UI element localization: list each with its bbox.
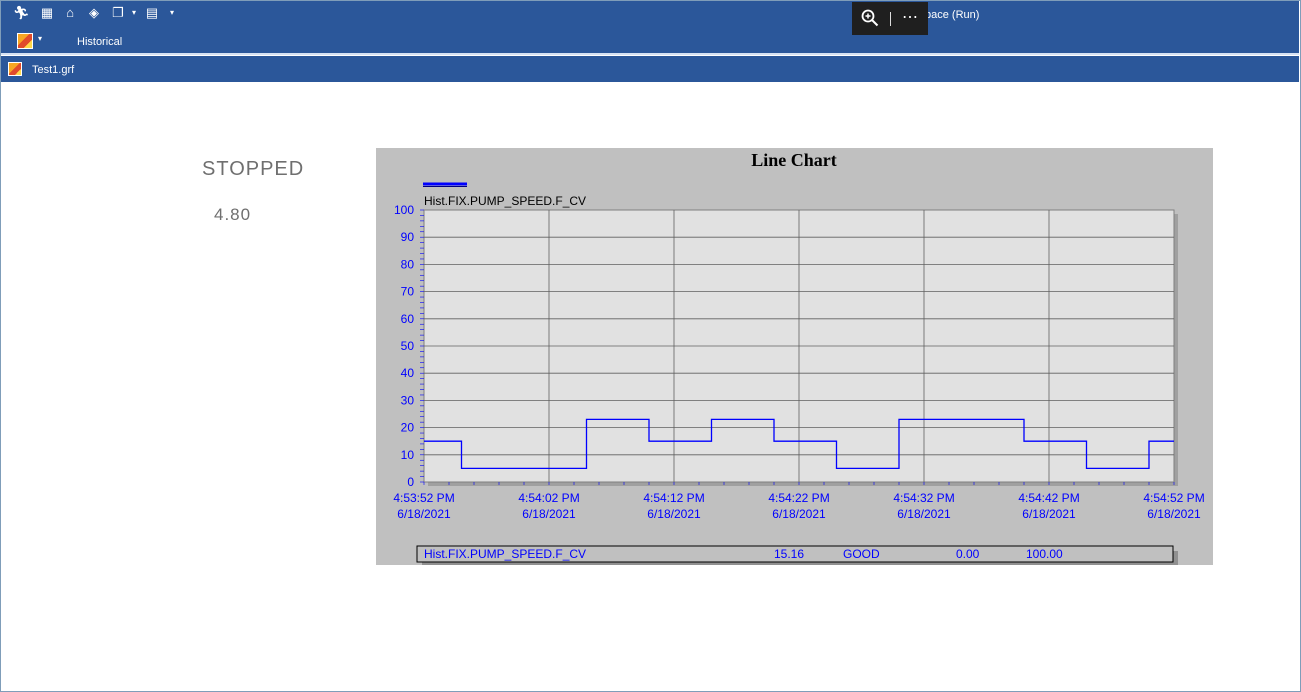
y-tick-label: 60 — [401, 312, 415, 326]
legend-value: 15.16 — [774, 547, 804, 561]
picture-file-icon — [8, 62, 22, 76]
pump-value-text: 4.80 — [214, 205, 252, 224]
customize-icon[interactable]: ▾ — [170, 5, 176, 21]
y-tick-label: 100 — [394, 203, 414, 217]
legend-high: 100.00 — [1026, 547, 1063, 561]
zoom-fit-icon[interactable]: ◈ — [86, 5, 102, 21]
x-tick-time: 4:54:02 PM — [518, 491, 579, 505]
y-tick-label: 0 — [407, 475, 414, 489]
x-tick-date: 6/18/2021 — [897, 507, 951, 521]
y-tick-label: 90 — [401, 230, 415, 244]
x-tick-time: 4:54:32 PM — [893, 491, 954, 505]
y-tick-label: 40 — [401, 366, 415, 380]
x-tick-date: 6/18/2021 — [772, 507, 826, 521]
y-tick-label: 50 — [401, 339, 415, 353]
x-tick-time: 4:53:52 PM — [393, 491, 454, 505]
x-tick-date: 6/18/2021 — [1147, 507, 1201, 521]
x-tick-date: 6/18/2021 — [647, 507, 701, 521]
pump-status-text: STOPPED — [202, 158, 305, 180]
window-icon[interactable]: ❐ — [110, 5, 126, 21]
historical-button[interactable]: Historical — [77, 36, 122, 48]
more-options-icon[interactable]: ⋯ — [902, 7, 919, 27]
x-tick-time: 4:54:42 PM — [1018, 491, 1079, 505]
x-tick-date: 6/18/2021 — [522, 507, 576, 521]
picture-menu-icon[interactable] — [17, 33, 33, 49]
y-tick-label: 10 — [401, 448, 415, 462]
line-chart[interactable]: Line Chart Hist.FIX.PUMP_SPEED.F_CV 100 90 8… — [376, 148, 1213, 565]
home-icon[interactable]: ⌂ — [62, 5, 78, 21]
chart-title: Line Chart — [751, 150, 837, 170]
ribbon: 🏃︎ ▦ ⌂ ◈ ❐ ▾ ▤ ▾ ▾ Historical pace (Run)… — [1, 1, 1299, 53]
y-tick-label: 20 — [401, 421, 415, 435]
x-tick-date: 6/18/2021 — [397, 507, 451, 521]
document-tab-label: Test1.grf — [32, 64, 75, 76]
series-label: Hist.FIX.PUMP_SPEED.F_CV — [424, 194, 586, 208]
document-tab[interactable]: Test1.grf — [1, 56, 1299, 82]
x-tick-time: 4:54:12 PM — [643, 491, 704, 505]
x-tick-time: 4:54:22 PM — [768, 491, 829, 505]
zoom-popup: ⋯ — [852, 2, 928, 35]
run-icon[interactable]: 🏃︎ — [13, 5, 30, 21]
y-tick-label: 70 — [401, 285, 415, 299]
window-title: pace (Run) — [925, 9, 980, 21]
config-icon[interactable]: ▦ — [39, 5, 55, 21]
y-tick-label: 30 — [401, 393, 415, 407]
chart-canvas: Line ChartHist.FIX.PUMP_SPEED.F_CV100908… — [393, 150, 1205, 565]
grid-icon[interactable]: ▤ — [144, 5, 160, 21]
zoom-in-icon[interactable] — [861, 9, 879, 27]
chevron-down-icon[interactable]: ▾ — [38, 34, 42, 43]
legend-low: 0.00 — [956, 547, 980, 561]
x-tick-date: 6/18/2021 — [1022, 507, 1076, 521]
y-tick-label: 80 — [401, 257, 415, 271]
divider — [1, 53, 1299, 55]
legend-quality: GOOD — [843, 547, 880, 561]
legend-tag: Hist.FIX.PUMP_SPEED.F_CV — [424, 547, 586, 561]
divider — [890, 12, 891, 26]
x-tick-time: 4:54:52 PM — [1143, 491, 1204, 505]
chevron-down-icon[interactable]: ▾ — [132, 5, 138, 21]
